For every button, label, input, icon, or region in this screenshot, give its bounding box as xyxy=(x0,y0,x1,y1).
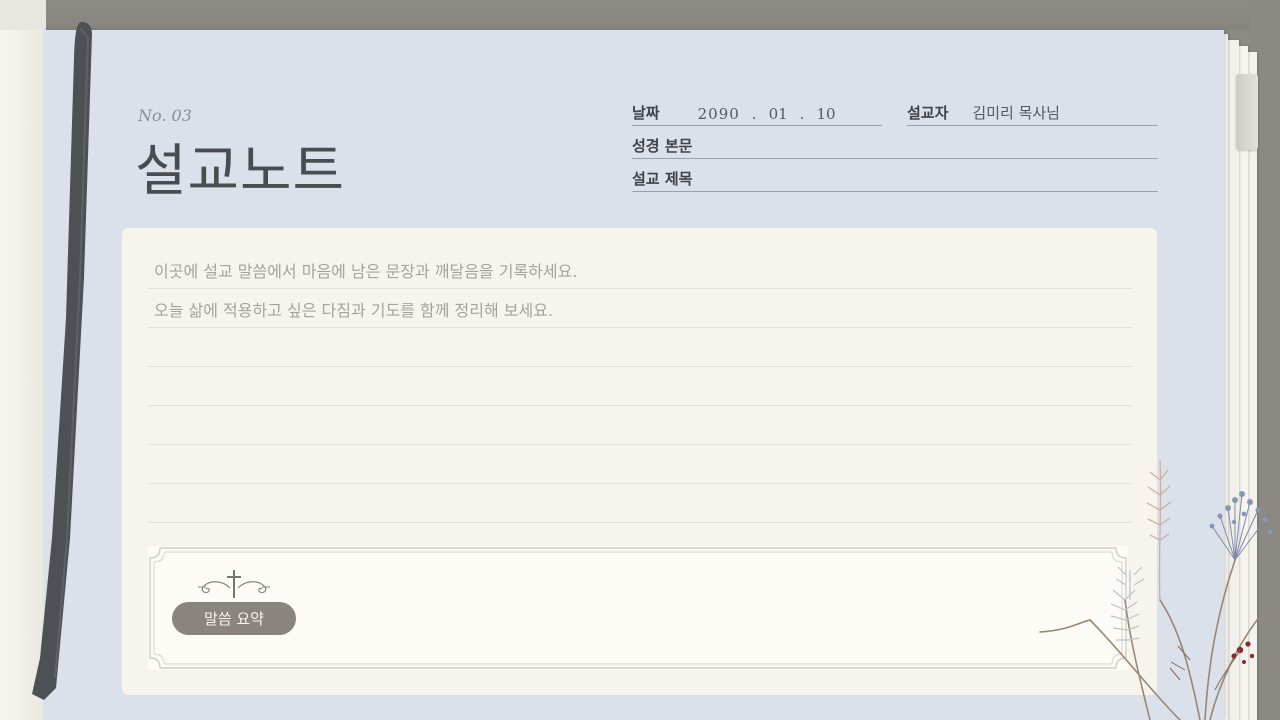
cross-ornament-icon xyxy=(198,570,270,598)
summary-box[interactable] xyxy=(148,546,1128,670)
preacher-field[interactable]: 설교자 김미리 목사님 xyxy=(907,98,1158,126)
date-day: 10 xyxy=(816,105,836,123)
summary-badge: 말씀 요약 xyxy=(172,602,296,635)
note-line[interactable] xyxy=(148,445,1132,484)
summary-frame xyxy=(149,547,1127,669)
note-line[interactable] xyxy=(148,367,1132,406)
preacher-value: 김미리 목사님 xyxy=(972,104,1060,122)
note-line[interactable] xyxy=(148,484,1132,523)
dried-flower-decoration xyxy=(1039,459,1273,720)
bible-passage-label: 성경 본문 xyxy=(632,137,693,155)
sermon-title-label: 설교 제목 xyxy=(632,170,693,188)
note-line[interactable]: 이곳에 설교 말씀에서 마음에 남은 문장과 깨달음을 기록하세요. xyxy=(148,250,1132,289)
date-label: 날짜 xyxy=(632,104,660,122)
note-line[interactable] xyxy=(148,328,1132,367)
note-number: No. 03 xyxy=(138,106,192,125)
page-title: 설교노트 xyxy=(135,139,346,204)
note-line[interactable]: 오늘 삶에 적용하고 싶은 다짐과 기도를 함께 정리해 보세요. xyxy=(148,289,1132,328)
date-year: 2090 xyxy=(697,105,740,123)
date-separator: . xyxy=(799,105,805,123)
index-tab[interactable] xyxy=(1236,74,1258,150)
desk-background xyxy=(0,0,1280,30)
date-field[interactable]: 날짜 2090 . 01 . 10 xyxy=(632,98,882,126)
note-line[interactable] xyxy=(148,406,1132,445)
bible-passage-field[interactable]: 성경 본문 xyxy=(632,131,1158,159)
preacher-label: 설교자 xyxy=(907,104,949,122)
sermon-title-field[interactable]: 설교 제목 xyxy=(632,164,1158,192)
left-page-edge xyxy=(0,0,46,30)
date-separator: . xyxy=(751,105,757,123)
date-month: 01 xyxy=(768,105,788,123)
